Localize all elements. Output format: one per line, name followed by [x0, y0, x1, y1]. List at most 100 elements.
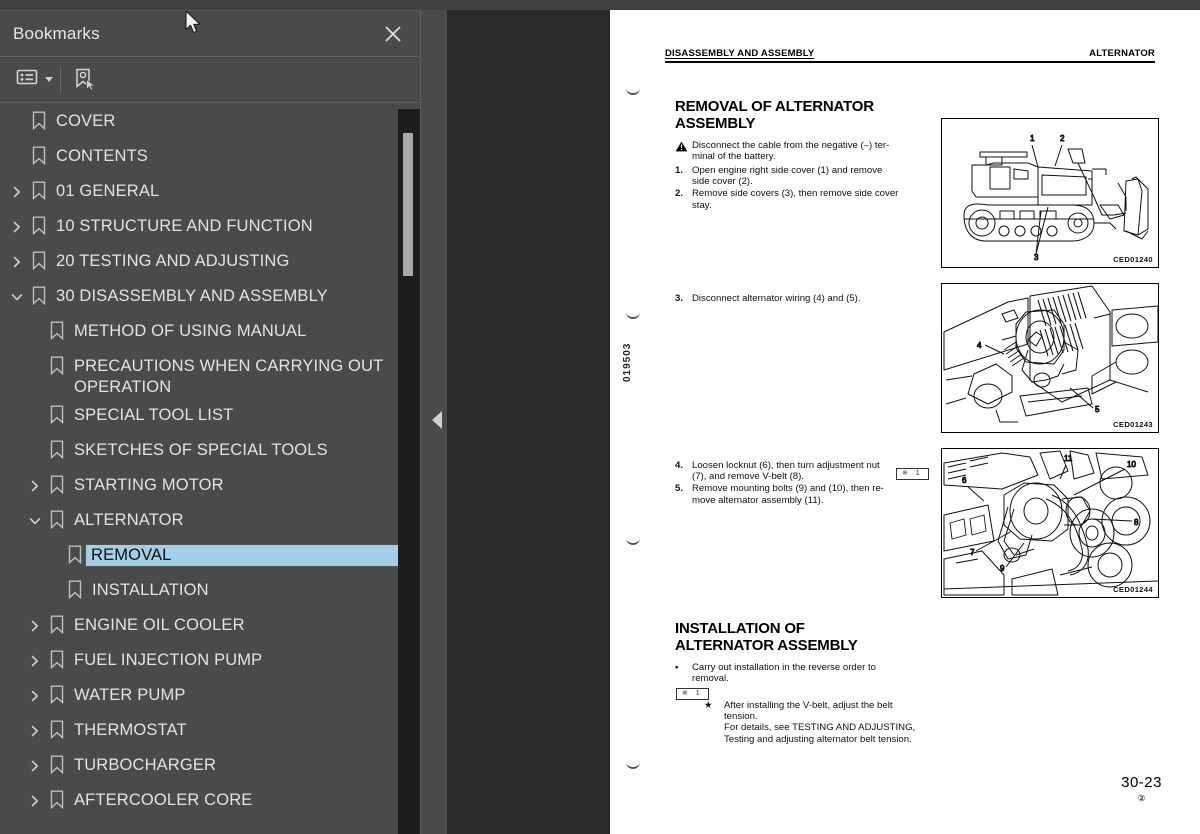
chevron-down-icon[interactable]	[24, 511, 46, 531]
chevron-right-icon[interactable]	[24, 756, 46, 776]
bookmark-label: INSTALLATION	[92, 581, 209, 599]
window-top-chrome	[0, 0, 1200, 10]
bookmark-item-starting-motor[interactable]: STARTING MOTOR	[0, 468, 420, 503]
bookmark-item-precautions-when-carrying-out-operation[interactable]: PRECAUTIONS WHEN CARRYING OUT OPERATION	[0, 349, 420, 398]
bookmark-icon	[46, 475, 68, 496]
bookmark-icon	[64, 545, 86, 566]
installation-section-title: INSTALLATION OF ALTERNATOR ASSEMBLY	[675, 620, 858, 654]
bookmark-icon	[46, 720, 68, 741]
svg-text:3: 3	[1034, 253, 1039, 262]
bookmark-item-installation[interactable]: INSTALLATION	[0, 573, 420, 608]
bookmarks-scrollbar[interactable]	[398, 109, 420, 834]
bookmark-icon	[46, 615, 68, 636]
bookmark-label: STARTING MOTOR	[74, 476, 224, 494]
bookmark-options-button[interactable]	[11, 64, 57, 95]
bullet-text: Carry out installation in the reverse or…	[692, 662, 876, 685]
chevron-down-icon[interactable]	[6, 287, 28, 307]
figure-code: CED01244	[1113, 585, 1153, 594]
bookmark-label: ENGINE OIL COOLER	[74, 616, 245, 634]
svg-text:4: 4	[977, 341, 982, 350]
step-number: 4.	[675, 460, 684, 471]
bookmark-item-cover[interactable]: COVER	[0, 104, 420, 139]
chevron-right-icon[interactable]	[24, 616, 46, 636]
chevron-right-icon[interactable]	[24, 791, 46, 811]
bookmark-icon	[46, 790, 68, 811]
bullet-marker: •	[675, 662, 679, 673]
chevron-right-icon[interactable]	[6, 182, 28, 202]
figure-code: CED01240	[1113, 255, 1153, 264]
scrollbar-thumb[interactable]	[403, 133, 413, 276]
bookmark-item-10-structure-and-function[interactable]: 10 STRUCTURE AND FUNCTION	[0, 209, 420, 244]
bookmark-icon	[28, 146, 50, 167]
chevron-right-icon[interactable]	[24, 721, 46, 741]
bookmark-item-30-disassembly-and-assembly[interactable]: 30 DISASSEMBLY AND ASSEMBLY	[0, 279, 420, 314]
document-viewer[interactable]: DISASSEMBLY AND ASSEMBLY ALTERNATOR 0195…	[447, 10, 1200, 834]
document-page: DISASSEMBLY AND ASSEMBLY ALTERNATOR 0195…	[610, 10, 1200, 834]
bookmark-tree[interactable]: COVER CONTENTS 01 GENERAL 10 STRUCTURE AND …	[0, 104, 420, 834]
bookmark-item-contents[interactable]: CONTENTS	[0, 139, 420, 174]
panel-splitter[interactable]	[420, 10, 447, 834]
installation-bullet-block: • Carry out installation in the reverse …	[675, 662, 933, 684]
page-running-header: DISASSEMBLY AND ASSEMBLY ALTERNATOR	[665, 48, 1155, 63]
removal-steps-4-5: 4. Loosen locknut (6), then turn adjustm…	[675, 460, 937, 506]
bookmark-item-sketches-of-special-tools[interactable]: SKETCHES OF SPECIAL TOOLS	[0, 433, 420, 468]
bookmark-item-fuel-injection-pump[interactable]: FUEL INJECTION PUMP	[0, 643, 420, 678]
bookmark-icon	[28, 286, 50, 307]
svg-text:5: 5	[1095, 405, 1100, 414]
chevron-right-icon[interactable]	[6, 217, 28, 237]
bookmark-label: WATER PUMP	[74, 686, 186, 704]
bookmark-item-aftercooler-core[interactable]: AFTERCOOLER CORE	[0, 783, 420, 818]
bookmark-label: SKETCHES OF SPECIAL TOOLS	[74, 441, 328, 459]
bookmark-label: PRECAUTIONS WHEN CARRYING OUT OPERATION	[74, 357, 388, 396]
bookmark-item-special-tool-list[interactable]: SPECIAL TOOL LIST	[0, 398, 420, 433]
figure-code: CED01243	[1113, 420, 1153, 429]
bookmark-label: TURBOCHARGER	[74, 756, 217, 774]
svg-text:8: 8	[1134, 518, 1139, 527]
note-text: After installing the V-belt, adjust the …	[724, 700, 916, 745]
step-text: Remove side covers (3), then remove side…	[692, 188, 899, 211]
page-revision-mark: ②	[1137, 793, 1146, 803]
bookmark-label: 10 STRUCTURE AND FUNCTION	[56, 217, 313, 235]
bookmark-item-engine-oil-cooler[interactable]: ENGINE OIL COOLER	[0, 608, 420, 643]
bookmark-icon	[46, 321, 68, 342]
chevron-right-icon[interactable]	[24, 686, 46, 706]
svg-text:1: 1	[1030, 134, 1035, 143]
star-marker: ★	[704, 700, 713, 711]
bookmark-item-alternator[interactable]: ALTERNATOR	[0, 503, 420, 538]
bookmark-label: FUEL INJECTION PUMP	[74, 651, 263, 669]
bookmark-item-method-of-using-manual[interactable]: METHOD OF USING MANUAL	[0, 314, 420, 349]
step-number: 1.	[675, 165, 684, 176]
close-icon[interactable]	[382, 23, 404, 45]
bookmarks-toolbar	[0, 57, 420, 103]
bookmark-label: COVER	[56, 112, 116, 130]
bookmark-item-01-general[interactable]: 01 GENERAL	[0, 174, 420, 209]
bookmark-icon	[46, 356, 68, 377]
bookmark-label[interactable]: REMOVAL	[85, 544, 401, 567]
find-current-bookmark-button[interactable]	[68, 64, 102, 99]
chevron-right-icon[interactable]	[24, 476, 46, 496]
bookmark-item-thermostat[interactable]: THERMOSTAT	[0, 713, 420, 748]
bookmark-item-turbocharger[interactable]: TURBOCHARGER	[0, 748, 420, 783]
bookmark-label: METHOD OF USING MANUAL	[74, 322, 307, 340]
bookmarks-panel-header: Bookmarks	[0, 11, 420, 57]
removal-warning-block: Disconnect the cable from the negative (…	[675, 140, 930, 162]
bookmark-icon	[46, 685, 68, 706]
bookmark-item-removal[interactable]: REMOVAL	[0, 538, 420, 573]
bookmark-item-20-testing-and-adjusting[interactable]: 20 TESTING AND ADJUSTING	[0, 244, 420, 279]
bookmark-item-water-pump[interactable]: WATER PUMP	[0, 678, 420, 713]
bookmark-label: THERMOSTAT	[74, 721, 187, 739]
chevron-right-icon[interactable]	[6, 252, 28, 272]
chevron-right-icon[interactable]	[24, 651, 46, 671]
removal-step-3: 3. Disconnect alternator wiring (4) and …	[675, 293, 930, 304]
binder-punch-mark	[626, 762, 640, 769]
step-text: Remove mounting bolts (9) and (10), then…	[692, 483, 884, 506]
collapse-panel-handle-icon[interactable]	[432, 411, 442, 429]
bookmark-label: ALTERNATOR	[74, 511, 184, 529]
